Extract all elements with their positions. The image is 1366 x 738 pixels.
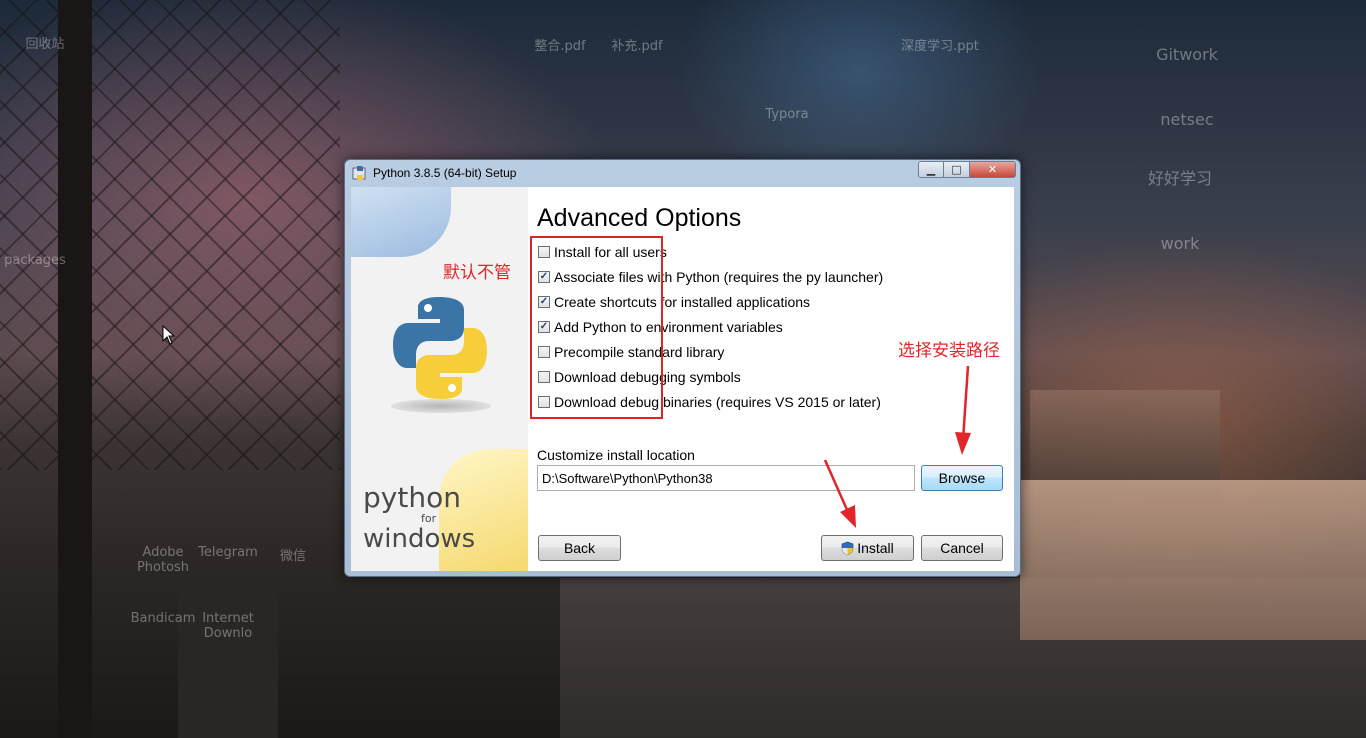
- desktop-icon-gitwork[interactable]: Gitwork: [1142, 45, 1232, 64]
- brand-windows: windows: [363, 524, 476, 554]
- setup-window: Python 3.8.5 (64-bit) Setup ▁ □ ✕ python…: [344, 159, 1021, 577]
- window-title: Python 3.8.5 (64-bit) Setup: [373, 166, 517, 180]
- mouse-cursor-icon: [162, 325, 176, 345]
- setup-content: python for windows Advanced Options Inst…: [351, 187, 1014, 571]
- title-bar[interactable]: Python 3.8.5 (64-bit) Setup ▁ □ ✕: [345, 160, 1020, 186]
- desktop-icon-recycle-bin[interactable]: 回收站: [0, 33, 90, 52]
- annotation-box: [530, 236, 663, 419]
- python-logo-icon: [393, 297, 487, 399]
- maximize-button[interactable]: □: [944, 161, 970, 178]
- browse-button[interactable]: Browse: [921, 465, 1003, 491]
- desktop-icon-ppt[interactable]: 深度学习.ppt: [895, 35, 985, 54]
- install-location-label: Customize install location: [537, 447, 695, 463]
- window-controls: ▁ □ ✕: [918, 161, 1016, 179]
- python-for-windows-brand: python for windows: [363, 481, 476, 554]
- desktop-icon-wechat[interactable]: 微信: [248, 545, 338, 564]
- uac-shield-icon: [841, 541, 854, 555]
- desktop-icon-pdf-2[interactable]: 补充.pdf: [592, 35, 682, 54]
- page-title: Advanced Options: [537, 204, 742, 232]
- minimize-button[interactable]: ▁: [918, 161, 944, 178]
- desktop-icon-work[interactable]: work: [1135, 234, 1225, 253]
- desktop-icon-netsec[interactable]: netsec: [1142, 110, 1232, 129]
- maximize-icon: □: [951, 163, 962, 176]
- desktop-icon-packages[interactable]: packages: [0, 253, 80, 268]
- sidebar-blue-shape: [351, 187, 451, 257]
- wallpaper-pole: [58, 0, 92, 738]
- desktop-icon-typora[interactable]: Typora: [742, 107, 832, 122]
- back-button[interactable]: Back: [538, 535, 621, 561]
- wallpaper-fence: [0, 0, 340, 470]
- install-location-input[interactable]: [537, 465, 915, 491]
- minimize-icon: ▁: [926, 163, 936, 176]
- close-icon: ✕: [987, 163, 998, 176]
- install-button[interactable]: Install: [821, 535, 914, 561]
- annotation-path-note: 选择安装路径: [898, 341, 1000, 361]
- setup-sidebar: python for windows: [351, 187, 528, 571]
- wallpaper-wall: [1020, 480, 1366, 640]
- python-setup-icon: [352, 166, 366, 180]
- close-button[interactable]: ✕: [970, 161, 1016, 178]
- brand-python: python: [363, 481, 461, 514]
- desktop-icon-study[interactable]: 好好学习: [1135, 165, 1225, 189]
- install-button-label: Install: [857, 540, 894, 556]
- desktop-icon-idm[interactable]: Internet Downlo: [183, 611, 273, 641]
- cancel-button[interactable]: Cancel: [921, 535, 1003, 561]
- annotation-default-note: 默认不管: [443, 263, 511, 283]
